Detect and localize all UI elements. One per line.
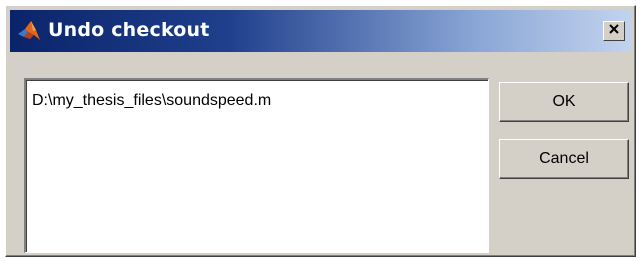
matlab-logo-icon (16, 18, 42, 44)
close-icon (608, 22, 620, 40)
ok-button[interactable]: OK (499, 82, 629, 122)
window-title: Undo checkout (48, 19, 210, 41)
close-button[interactable] (603, 21, 625, 41)
cancel-button[interactable]: Cancel (499, 139, 629, 179)
file-list-item[interactable]: D:\my_thesis_files\soundspeed.m (32, 92, 271, 110)
undo-checkout-dialog: Undo checkout D:\my_thesis_files\soundsp… (5, 5, 636, 257)
file-list[interactable]: D:\my_thesis_files\soundspeed.m (24, 78, 489, 253)
title-bar[interactable]: Undo checkout (10, 10, 631, 52)
